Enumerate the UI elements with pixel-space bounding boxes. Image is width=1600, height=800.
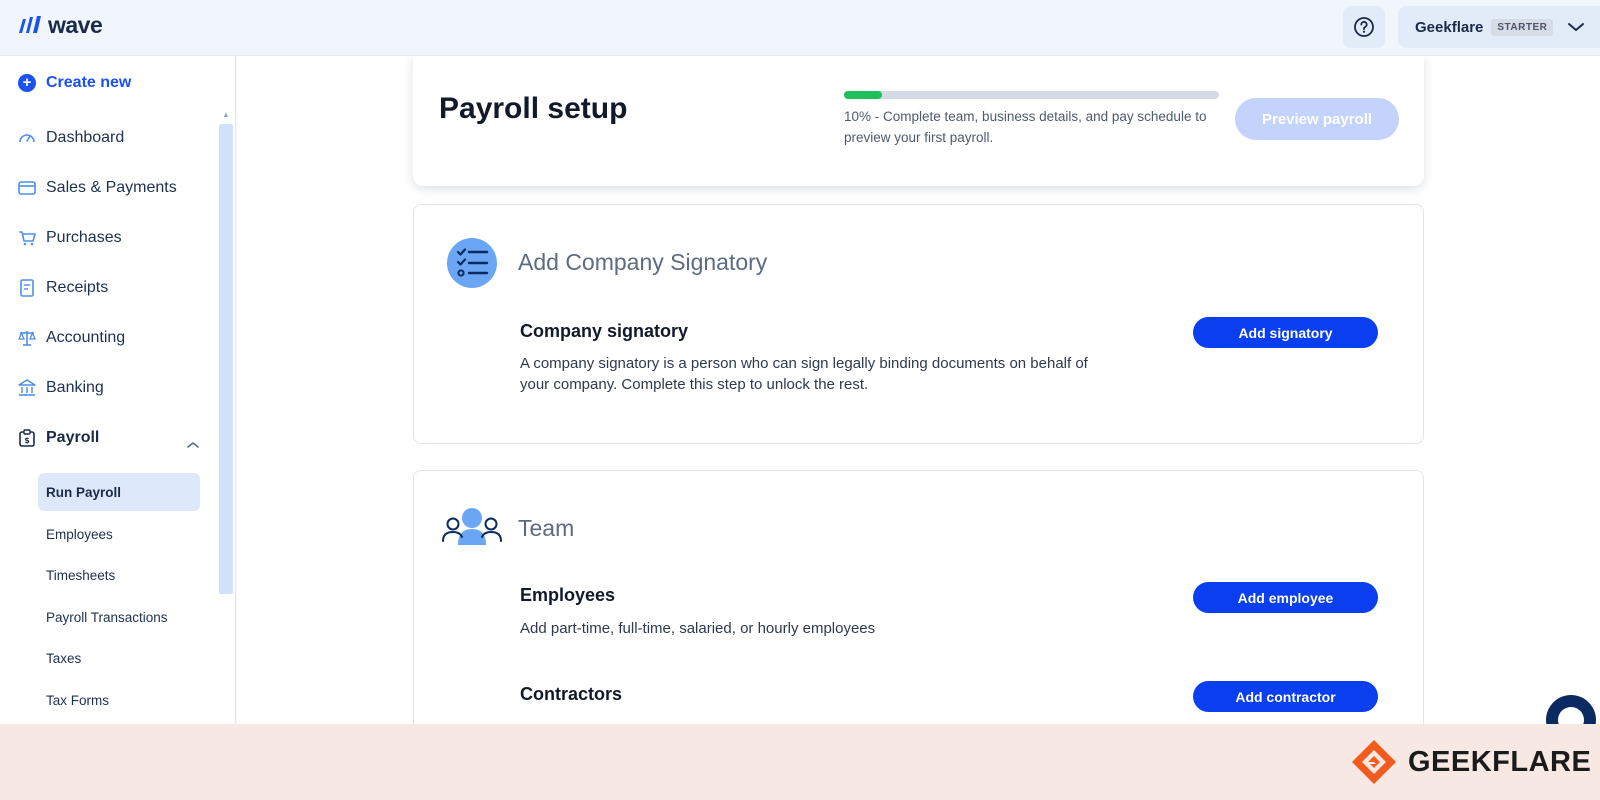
add-employee-button[interactable]: Add employee <box>1193 582 1378 613</box>
sidebar-subitem-run-payroll[interactable]: Run Payroll <box>38 473 200 511</box>
sidebar-item-label: Receipts <box>46 279 109 296</box>
sidebar-item-label: Dashboard <box>46 129 125 146</box>
sidebar-item-payroll[interactable]: $ Payroll <box>18 429 99 447</box>
create-new-label: Create new <box>46 74 132 91</box>
sidebar-item-label: Accounting <box>46 329 126 346</box>
employees-title: Employees <box>520 585 616 605</box>
payroll-setup-card: Payroll setup 10% - Complete team, busin… <box>413 56 1424 186</box>
setup-progress-fill <box>844 91 882 99</box>
sidebar-item-label: Purchases <box>46 229 122 246</box>
sidebar-subitem-taxes[interactable]: Taxes <box>38 639 200 677</box>
wave-logo[interactable]: wave <box>16 12 103 39</box>
sidebar-item-accounting[interactable]: Accounting <box>18 329 125 347</box>
page-title: Payroll setup <box>439 92 628 125</box>
main-content: Payroll setup 10% - Complete team, busin… <box>237 56 1600 724</box>
cart-icon <box>18 229 36 247</box>
sidebar-item-dashboard[interactable]: Dashboard <box>18 129 124 147</box>
geekflare-logo: GEEKFLARE <box>1350 738 1591 786</box>
sidebar-subitem-tax-forms[interactable]: Tax Forms <box>38 681 200 719</box>
geekflare-logo-icon <box>1352 740 1396 784</box>
company-signatory-title: Company signatory <box>520 321 689 341</box>
chevron-up-icon[interactable] <box>186 440 200 450</box>
watermark-footer: GEEKFLARE <box>0 724 1600 800</box>
wave-logo-icon <box>19 15 41 33</box>
top-bar: wave Geekflare STARTER <box>0 0 1600 56</box>
sidebar-item-banking[interactable]: Banking <box>18 379 104 397</box>
create-new-button[interactable]: + Create new <box>18 74 131 92</box>
account-name: Geekflare <box>1415 18 1484 36</box>
sidebar-item-sales-payments[interactable]: Sales & Payments <box>18 179 177 197</box>
account-menu[interactable]: Geekflare STARTER <box>1398 6 1600 48</box>
geekflare-logo-text: GEEKFLARE <box>1408 745 1592 778</box>
sidebar-subitem-payroll-transactions[interactable]: Payroll Transactions <box>38 598 200 636</box>
add-signatory-button[interactable]: Add signatory <box>1193 317 1378 348</box>
setup-progress-bar <box>844 91 1219 99</box>
sidebar-item-label: Payroll <box>46 429 100 446</box>
question-circle-icon <box>1354 17 1374 37</box>
receipt-icon <box>18 279 36 297</box>
scroll-up-arrow[interactable]: ▲ <box>222 110 230 119</box>
contractors-title: Contractors <box>520 684 623 704</box>
sidebar-item-label: Banking <box>46 379 104 396</box>
sidebar-subitem-timesheets[interactable]: Timesheets <box>38 556 200 594</box>
sidebar-item-purchases[interactable]: Purchases <box>18 229 122 247</box>
checklist-icon <box>446 237 498 294</box>
help-button[interactable] <box>1343 6 1385 48</box>
sidebar-subitem-employees[interactable]: Employees <box>38 515 200 553</box>
svg-text:$: $ <box>24 436 30 445</box>
wave-logo-text: wave <box>48 12 103 38</box>
team-section-card: Team Employees Add part-time, full-time,… <box>413 470 1424 724</box>
preview-payroll-button[interactable]: Preview payroll <box>1235 98 1399 140</box>
sidebar: + Create new ▲ Dashboard Sales & Payment… <box>0 56 236 724</box>
credit-card-icon <box>18 179 36 197</box>
plan-badge: STARTER <box>1491 18 1554 36</box>
sidebar-item-label: Sales & Payments <box>46 179 177 196</box>
employees-description: Add part-time, full-time, salaried, or h… <box>520 620 876 637</box>
setup-progress-text: 10% - Complete team, business details, a… <box>844 109 1207 145</box>
payroll-icon: $ <box>18 429 36 447</box>
sidebar-item-receipts[interactable]: Receipts <box>18 279 108 297</box>
signatory-section-card: Add Company Signatory Company signatory … <box>413 204 1424 444</box>
team-icon <box>440 505 504 554</box>
gauge-icon <box>18 129 36 147</box>
signatory-section-title: Add Company Signatory <box>518 249 768 275</box>
team-section-title: Team <box>518 515 575 541</box>
sidebar-scrollbar[interactable] <box>219 124 233 594</box>
bank-icon <box>18 379 36 397</box>
company-signatory-description: A company signatory is a person who can … <box>520 355 1088 393</box>
plus-icon: + <box>18 74 36 92</box>
add-contractor-button[interactable]: Add contractor <box>1193 681 1378 712</box>
scales-icon <box>18 329 36 347</box>
chevron-down-icon <box>1568 23 1585 31</box>
